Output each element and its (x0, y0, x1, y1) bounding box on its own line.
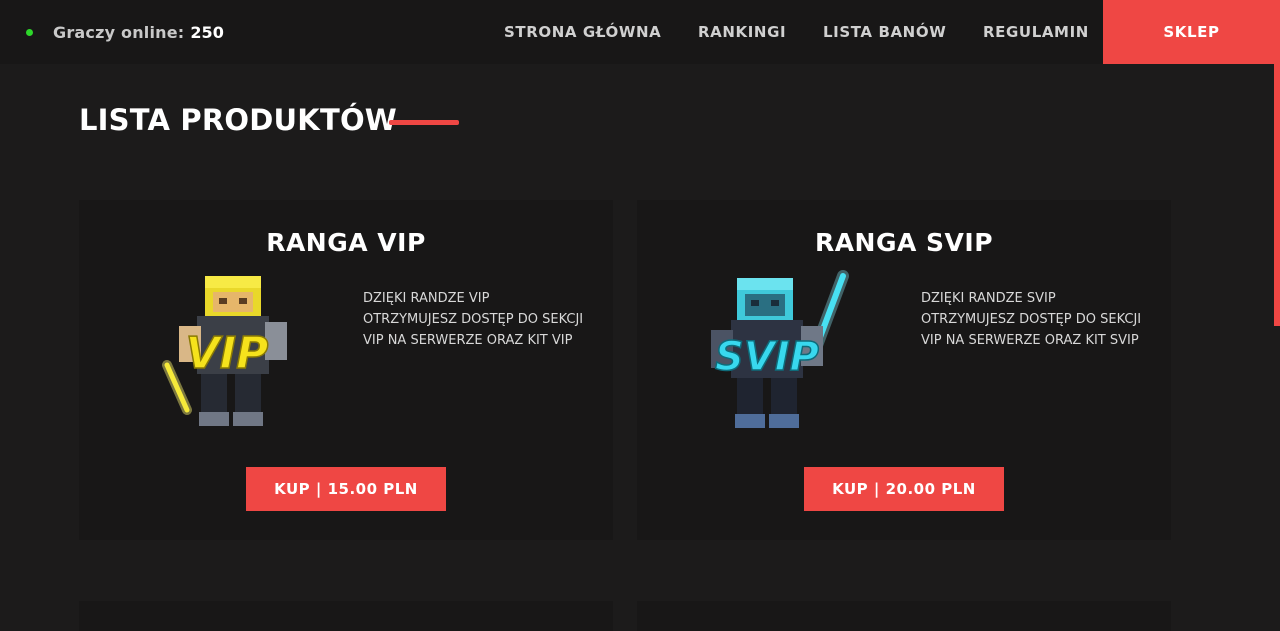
product-title: RANGA SVIP (814, 228, 994, 257)
product-card-partial (79, 601, 613, 631)
buy-vip-button[interactable]: KUP | 15.00 PLN (246, 467, 446, 511)
product-card-svip: RANGA SVIP SVIP DZIĘKI RANDZE SVIP OTRZY… (637, 200, 1171, 540)
section-title: LISTA PRODUKTÓW (79, 103, 397, 137)
online-label: Graczy online: (53, 22, 185, 42)
svg-text:SVIP: SVIP (715, 334, 819, 380)
product-description: DZIĘKI RANDZE VIP OTRZYMUJESZ DOSTĘP DO … (363, 291, 584, 348)
online-status-dot (26, 28, 33, 36)
title-underline-bar (389, 120, 459, 125)
scrollbar-thumb[interactable] (1274, 64, 1280, 326)
nav-ban-list[interactable]: LISTA BANÓW (823, 0, 946, 64)
online-count: 250 (190, 22, 224, 42)
nav-rankings[interactable]: RANKINGI (698, 0, 786, 64)
product-title: RANGA VIP (266, 228, 426, 257)
online-indicator: Graczy online: 250 (26, 0, 224, 64)
nav-shop-button[interactable]: SKLEP (1103, 0, 1280, 64)
vip-character-image: VIP (162, 276, 287, 426)
svip-character-image: SVIP (711, 270, 849, 428)
product-card-vip: RANGA VIP VIP DZIĘKI RANDZE VIP OTRZYMUJ… (79, 200, 613, 540)
nav-rules[interactable]: REGULAMIN (983, 0, 1089, 64)
buy-svip-button[interactable]: KUP | 20.00 PLN (804, 467, 1004, 511)
product-card-partial (637, 601, 1171, 631)
product-description: DZIĘKI RANDZE SVIP OTRZYMUJESZ DOSTĘP DO… (921, 291, 1142, 348)
svg-text:VIP: VIP (186, 328, 269, 379)
nav-home[interactable]: STRONA GŁÓWNA (504, 0, 661, 64)
top-navbar: Graczy online: 250 STRONA GŁÓWNA RANKING… (0, 0, 1280, 64)
